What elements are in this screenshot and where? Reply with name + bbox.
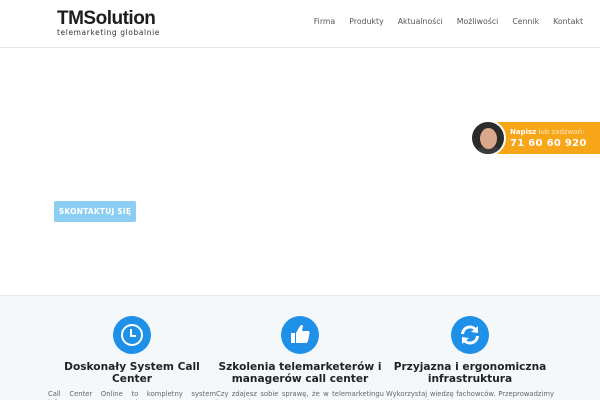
site-header: TMSolution telemarketing globalnie Firma… <box>0 0 600 48</box>
nav-item-produkty[interactable]: Produkty <box>342 17 390 26</box>
logo[interactable]: TMSolution telemarketing globalnie <box>57 9 160 37</box>
consultant-avatar <box>470 120 506 156</box>
contact-cta-button[interactable]: SKONTAKTUJ SIĘ <box>54 201 136 222</box>
contact-widget[interactable]: Napisz lub zadzwoń: 71 60 60 920 <box>470 120 600 156</box>
feature-call-center: Doskonały System Call Center Call Center… <box>47 316 217 400</box>
refresh-icon <box>451 316 489 354</box>
feature-title: Doskonały System Call Center <box>64 361 200 385</box>
contact-prompt: Napisz lub zadzwoń: <box>510 128 584 136</box>
feature-description: Wykorzystaj wiedzę fachowców. Przeprowad… <box>386 390 554 400</box>
contact-prompt-bold: Napisz <box>510 128 537 136</box>
feature-title: Przyjazna i ergonomiczna infrastruktura <box>393 361 547 385</box>
logo-tagline: telemarketing globalnie <box>57 28 160 37</box>
features-section: Doskonały System Call Center Call Center… <box>0 295 600 400</box>
main-nav: Firma Produkty Aktualności Możliwości Ce… <box>307 17 590 26</box>
hero-section <box>0 48 600 295</box>
logo-title: TMSolution <box>57 8 156 29</box>
clock-icon <box>113 316 151 354</box>
feature-description: Czy zdajesz sobie sprawę, że w telemarke… <box>216 390 384 400</box>
feature-training: Szkolenia telemarketerów i managerów cal… <box>215 316 385 400</box>
feature-infrastructure: Przyjazna i ergonomiczna infrastruktura … <box>385 316 555 400</box>
feature-description: Call Center Online to kompletny system i… <box>48 390 216 400</box>
contact-phone-number[interactable]: 71 60 60 920 <box>510 138 587 149</box>
nav-item-mozliwosci[interactable]: Możliwości <box>450 17 506 26</box>
nav-item-kontakt[interactable]: Kontakt <box>546 17 590 26</box>
thumbs-up-icon <box>281 316 319 354</box>
feature-title: Szkolenia telemarketerów i managerów cal… <box>218 361 382 385</box>
nav-item-aktualnosci[interactable]: Aktualności <box>391 17 450 26</box>
nav-item-cennik[interactable]: Cennik <box>505 17 546 26</box>
contact-prompt-rest: lub zadzwoń: <box>536 128 585 136</box>
nav-item-firma[interactable]: Firma <box>307 17 343 26</box>
